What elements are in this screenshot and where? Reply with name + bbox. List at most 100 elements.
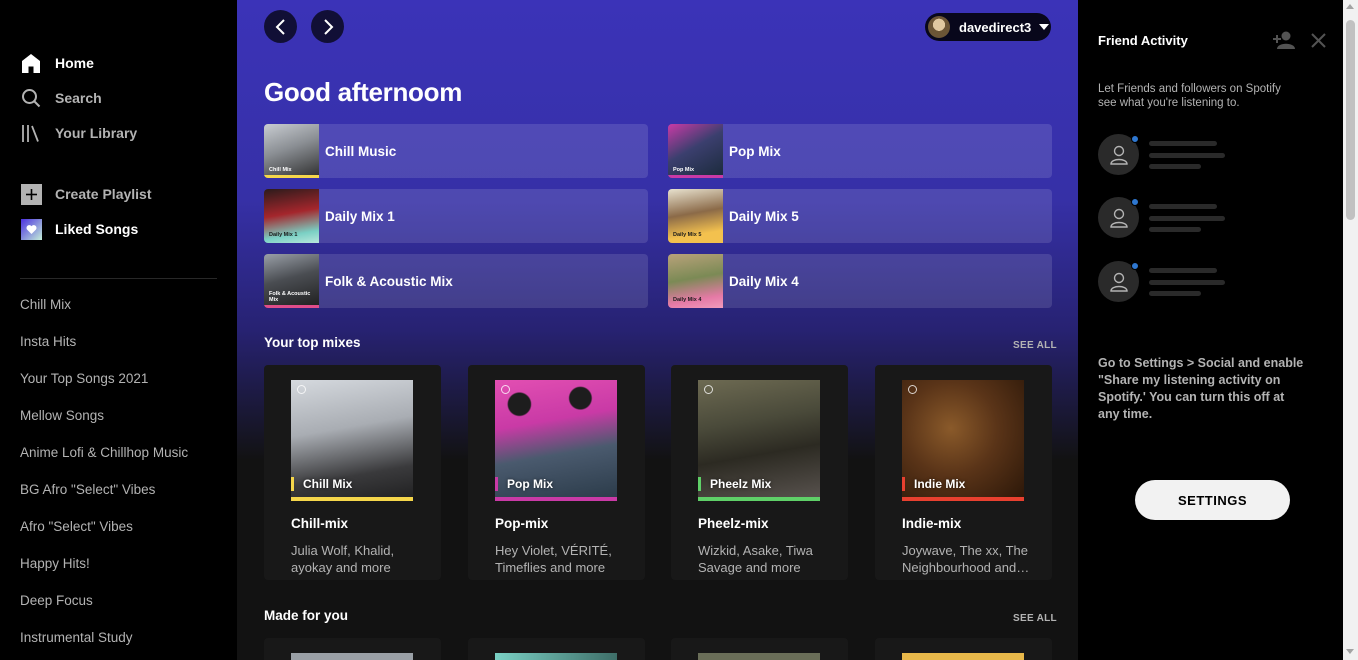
close-icon[interactable]: [1311, 33, 1326, 48]
sidebar-playlist[interactable]: Insta Hits: [20, 334, 76, 349]
online-dot: [1131, 262, 1139, 270]
mix-card[interactable]: Pheelz Mix Pheelz-mix Wizkid, Asake, Tiw…: [671, 365, 848, 580]
quick-pick-title: Daily Mix 1: [325, 208, 395, 224]
album-cover: Folk & Acoustic Mix: [264, 254, 319, 308]
scrollbar[interactable]: [1343, 0, 1358, 660]
cover-tag: Chill Mix: [291, 477, 352, 491]
friend-activity-panel: Friend Activity Let Friends and follower…: [1078, 0, 1343, 660]
library-icon: [20, 122, 42, 144]
sidebar-playlist[interactable]: Your Top Songs 2021: [20, 371, 148, 386]
card-title: Pheelz-mix: [698, 516, 769, 531]
card-title: Pop-mix: [495, 516, 549, 531]
quick-pick-card[interactable]: Chill Mix Chill Music: [264, 124, 648, 178]
sidebar-playlist[interactable]: Chill Mix: [20, 297, 71, 312]
friend-placeholder: [1098, 261, 1238, 303]
cover-label: Daily Mix 5: [673, 232, 702, 238]
sidebar-playlist[interactable]: Afro "Select" Vibes: [20, 519, 133, 534]
album-cover: Daily Mix 1: [264, 189, 319, 243]
online-dot: [1131, 135, 1139, 143]
nav-search-label: Search: [55, 90, 102, 106]
cover-tag: Indie Mix: [902, 477, 965, 491]
sidebar: Home Search Your Library Create Playlist…: [0, 0, 237, 660]
avatar: [928, 16, 950, 38]
forward-button[interactable]: [311, 10, 344, 43]
album-cover: Chill Mix: [264, 124, 319, 178]
card-title: Chill-mix: [291, 516, 349, 531]
scroll-down-icon[interactable]: [1346, 649, 1354, 654]
album-cover: Chill Mix: [291, 380, 413, 501]
chevron-left-icon: [275, 18, 285, 35]
cover-label: Pop Mix: [673, 167, 695, 173]
mix-card[interactable]: [264, 638, 441, 660]
friend-activity-note: Go to Settings > Social and enable "Shar…: [1098, 356, 1304, 421]
album-cover: Pop Mix: [668, 124, 723, 178]
settings-button[interactable]: SETTINGS: [1135, 480, 1290, 520]
album-cover: [698, 653, 820, 660]
chevron-right-icon: [323, 18, 333, 35]
album-cover: [495, 653, 617, 660]
sidebar-playlist[interactable]: Deep Focus: [20, 593, 93, 608]
nav-search[interactable]: Search: [20, 86, 102, 110]
username: davedirect3: [959, 19, 1032, 35]
mix-card[interactable]: Indie Mix Indie-mix Joywave, The xx, The…: [875, 365, 1052, 580]
heart-icon: [20, 218, 42, 240]
cover-tag: Pheelz Mix: [698, 477, 771, 491]
card-description: Hey Violet, VÉRITÉ, Timeflies and more: [495, 543, 612, 575]
section-title-top-mixes: Your top mixes: [264, 335, 361, 350]
card-description: Joywave, The xx, The Neighbourhood and…: [902, 543, 1030, 575]
back-button[interactable]: [264, 10, 297, 43]
sidebar-playlist[interactable]: Mellow Songs: [20, 408, 104, 423]
user-menu-button[interactable]: davedirect3: [925, 13, 1051, 41]
quick-pick-title: Folk & Acoustic Mix: [325, 273, 453, 289]
quick-pick-card[interactable]: Folk & Acoustic Mix Folk & Acoustic Mix: [264, 254, 648, 308]
cover-label: Indie Mix: [914, 477, 966, 491]
spotify-logo-icon: [501, 385, 510, 394]
album-cover: [291, 653, 413, 660]
liked-songs-label: Liked Songs: [55, 221, 139, 237]
search-icon: [20, 87, 42, 109]
spotify-logo-icon: [297, 385, 306, 394]
see-all-link[interactable]: SEE ALL: [1013, 613, 1057, 624]
cover-label: Pheelz Mix: [710, 477, 772, 491]
liked-songs-button[interactable]: Liked Songs: [20, 217, 138, 241]
friend-placeholder: [1098, 134, 1238, 176]
nav-library-label: Your Library: [55, 125, 138, 141]
card-description: Wizkid, Asake, Tiwa Savage and more: [698, 543, 813, 575]
cover-label: Pop Mix: [507, 477, 554, 491]
scroll-up-icon[interactable]: [1346, 4, 1354, 9]
mix-card[interactable]: Pop Mix Pop-mix Hey Violet, VÉRITÉ, Time…: [468, 365, 645, 580]
cover-tag: Pop Mix: [495, 477, 553, 491]
sidebar-playlist[interactable]: Anime Lofi & Chillhop Music: [20, 445, 188, 460]
nav-home[interactable]: Home: [20, 51, 94, 75]
nav-library[interactable]: Your Library: [20, 121, 137, 145]
sidebar-playlist[interactable]: BG Afro "Select" Vibes: [20, 482, 155, 497]
create-playlist-label: Create Playlist: [55, 186, 152, 202]
sidebar-playlist[interactable]: Instrumental Study: [20, 630, 133, 645]
cover-label: Daily Mix 1: [269, 232, 298, 238]
album-cover: Pheelz Mix: [698, 380, 820, 501]
mix-card[interactable]: [875, 638, 1052, 660]
mix-card[interactable]: Chill Mix Chill-mix Julia Wolf, Khalid, …: [264, 365, 441, 580]
spotify-logo-icon: [908, 385, 917, 394]
mix-card[interactable]: [468, 638, 645, 660]
section-title-made-for-you: Made for you: [264, 608, 349, 623]
spotify-logo-icon: [704, 385, 713, 394]
quick-pick-title: Daily Mix 4: [729, 273, 799, 289]
mix-card[interactable]: [671, 638, 848, 660]
main-content: davedirect3 Good afternoom Chill Mix Chi…: [237, 0, 1078, 660]
album-cover: Pop Mix: [495, 380, 617, 501]
card-title: Indie-mix: [902, 516, 962, 531]
see-all-link[interactable]: SEE ALL: [1013, 340, 1057, 351]
album-cover: Daily Mix 4: [668, 254, 723, 308]
quick-pick-card[interactable]: Daily Mix 4 Daily Mix 4: [668, 254, 1052, 308]
quick-pick-card[interactable]: Pop Mix Pop Mix: [668, 124, 1052, 178]
create-playlist-button[interactable]: Create Playlist: [20, 182, 152, 206]
cover-label: Chill Mix: [269, 167, 292, 173]
scrollbar-thumb[interactable]: [1346, 20, 1355, 220]
quick-pick-card[interactable]: Daily Mix 1 Daily Mix 1: [264, 189, 648, 243]
quick-pick-title: Chill Music: [325, 143, 397, 159]
sidebar-playlist[interactable]: Happy Hits!: [20, 556, 90, 571]
album-cover: [902, 653, 1024, 660]
quick-pick-card[interactable]: Daily Mix 5 Daily Mix 5: [668, 189, 1052, 243]
add-friend-icon[interactable]: [1272, 30, 1298, 50]
